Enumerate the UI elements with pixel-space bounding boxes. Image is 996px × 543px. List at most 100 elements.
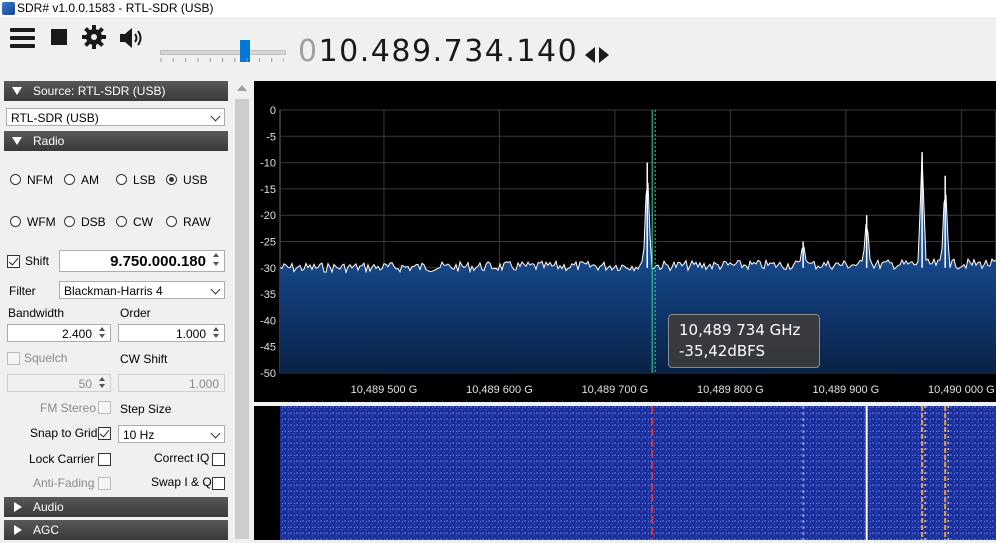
order-input[interactable]: 1.000 — [118, 324, 225, 342]
audio-header[interactable]: Audio — [4, 497, 228, 517]
waterfall-display[interactable] — [254, 406, 996, 540]
audio-header-label: Audio — [33, 500, 64, 514]
stop-icon[interactable] — [51, 29, 67, 45]
fm-stereo-checkbox[interactable] — [98, 401, 111, 414]
gear-icon[interactable] — [81, 24, 107, 50]
app-icon — [2, 2, 15, 15]
lock-carrier-label: Lock Carrier — [29, 452, 95, 466]
y-tick-label: -20 — [260, 210, 276, 222]
cw-shift-input[interactable]: 1.000 — [118, 374, 225, 392]
mode-label: LSB — [133, 173, 156, 187]
mode-label: NFM — [27, 173, 53, 187]
correct-iq-checkbox[interactable] — [212, 453, 225, 466]
filter-value: Blackman-Harris 4 — [64, 284, 163, 298]
squelch-value: 50 — [78, 377, 92, 391]
snap-to-grid-checkbox[interactable] — [98, 427, 111, 440]
step-size-label: Step Size — [120, 402, 172, 416]
spectrum-analyzer[interactable]: 0 -5 -10 -15 -20 -25 -30 -35 -40 -45 -50 10,489 50… — [254, 81, 996, 402]
x-tick-label: 10,489 500 G — [351, 384, 418, 396]
source-device-value: RTL-SDR (USB) — [11, 111, 99, 125]
tooltip-level: -35,42dBFS — [679, 342, 766, 360]
y-tick-label: -15 — [260, 184, 276, 196]
x-tick-label: 10,489 800 G — [697, 384, 764, 396]
mode-label: WFM — [27, 215, 56, 229]
source-device-select[interactable]: RTL-SDR (USB) — [6, 108, 225, 126]
y-tick-label: -45 — [260, 342, 276, 354]
frequency-display[interactable]: 010.489.734.140 — [298, 34, 578, 69]
spectrum-area — [280, 154, 996, 373]
mode-label: USB — [183, 173, 208, 187]
bandwidth-input[interactable]: 2.400 — [7, 324, 111, 342]
speaker-icon[interactable] — [118, 25, 146, 51]
radio-indicator — [10, 216, 21, 227]
radio-indicator — [166, 174, 177, 185]
cursor-tooltip: 10,489 734 GHz -35,42dBFS — [668, 314, 820, 368]
frequency-lead-digit: 0 — [298, 34, 319, 69]
shift-label: Shift — [25, 254, 50, 268]
volume-track — [160, 50, 286, 55]
scrollbar-thumb[interactable] — [235, 99, 249, 539]
bandwidth-value: 2.400 — [61, 327, 92, 341]
y-tick-label: -30 — [260, 263, 276, 275]
radio-indicator — [166, 216, 177, 227]
anti-fading-label: Anti-Fading — [33, 476, 95, 490]
bandwidth-spinner[interactable] — [96, 326, 109, 340]
volume-ticks — [160, 58, 284, 62]
expand-arrow-icon — [14, 525, 22, 535]
lock-carrier-checkbox[interactable] — [98, 453, 111, 466]
spectrum-trace — [279, 154, 996, 275]
collapse-arrow-icon — [12, 137, 22, 145]
agc-header[interactable]: AGC — [4, 520, 228, 540]
snap-to-grid-label: Snap to Grid — [30, 426, 98, 440]
scroll-up-arrow-icon[interactable] — [237, 85, 247, 91]
x-tick-label: 10,489 900 G — [813, 384, 880, 396]
mode-label: RAW — [183, 215, 211, 229]
source-header-label: Source: RTL-SDR (USB) — [33, 84, 166, 98]
chevron-down-icon — [210, 428, 221, 439]
y-tick-label: -25 — [260, 237, 276, 249]
source-header[interactable]: Source: RTL-SDR (USB) — [4, 81, 228, 101]
left-right-arrows-icon[interactable] — [584, 45, 610, 65]
radio-indicator — [10, 174, 21, 185]
chevron-down-icon — [210, 284, 221, 295]
x-tick-label: 10,489 700 G — [582, 384, 649, 396]
fm-stereo-label: FM Stereo — [40, 401, 97, 415]
squelch-checkbox[interactable] — [7, 352, 20, 365]
radio-header-label: Radio — [33, 134, 65, 148]
collapse-arrow-icon — [12, 87, 22, 95]
chevron-down-icon — [210, 111, 221, 122]
squelch-input[interactable]: 50 — [7, 374, 111, 392]
volume-slider[interactable] — [160, 40, 286, 64]
spectrum-plot[interactable]: 0 -5 -10 -15 -20 -25 -30 -35 -40 -45 -50 10,489 50… — [254, 81, 996, 402]
radio-indicator — [116, 174, 127, 185]
squelch-spinner[interactable] — [96, 376, 109, 390]
shift-value: 9.750.000.180 — [110, 253, 206, 270]
hamburger-icon[interactable] — [10, 28, 35, 48]
shift-checkbox[interactable] — [7, 255, 20, 268]
radio-indicator — [116, 216, 127, 227]
swap-iq-checkbox[interactable] — [212, 477, 225, 490]
anti-fading-checkbox[interactable] — [98, 477, 111, 490]
shift-frequency-input[interactable]: 9.750.000.180 — [59, 250, 225, 272]
cw-shift-value: 1.000 — [188, 377, 219, 391]
shift-spinner[interactable] — [210, 252, 223, 270]
control-panel: Source: RTL-SDR (USB) RTL-SDR (USB) Radi… — [0, 81, 232, 540]
filter-select[interactable]: Blackman-Harris 4 — [59, 281, 225, 299]
tooltip-frequency: 10,489 734 GHz — [679, 321, 801, 339]
agc-header-label: AGC — [33, 523, 60, 537]
title-bar: SDR# v1.0.0.1583 - RTL-SDR (USB) — [0, 0, 996, 17]
x-tick-label: 10,490 000 G — [928, 384, 995, 396]
radio-header[interactable]: Radio — [4, 131, 228, 151]
y-tick-label: -5 — [266, 131, 276, 143]
filter-label: Filter — [9, 284, 36, 298]
y-tick-label: -40 — [260, 315, 276, 327]
mode-label: CW — [133, 215, 153, 229]
order-spinner[interactable] — [210, 326, 223, 340]
correct-iq-label: Correct IQ — [154, 451, 210, 465]
step-size-select[interactable]: 10 Hz — [118, 425, 225, 443]
waterfall-plot[interactable] — [254, 406, 996, 540]
x-tick-label: 10,489 600 G — [466, 384, 533, 396]
panel-scrollbar[interactable] — [233, 81, 251, 540]
squelch-label: Squelch — [24, 351, 68, 365]
radio-indicator — [64, 174, 75, 185]
